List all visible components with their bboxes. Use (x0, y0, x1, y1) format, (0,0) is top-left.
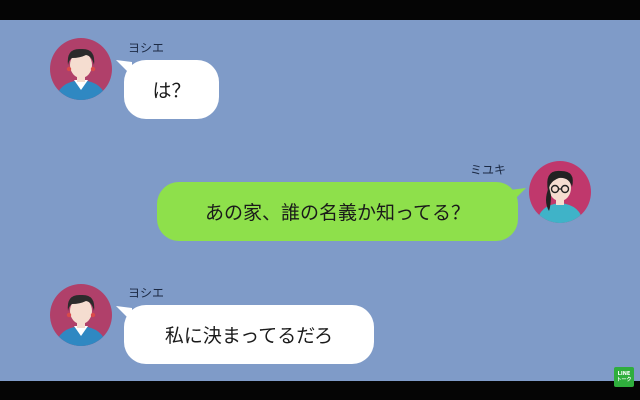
message-text: あの家、誰の名義か知ってる？ (204, 202, 471, 224)
line-talk-logo-icon: LINE トーク (614, 367, 634, 387)
message-bubble-outgoing[interactable]: あの家、誰の名義か知ってる？ (157, 182, 518, 241)
sender-name: ミユキ (470, 163, 507, 177)
watermark-line2: トーク (616, 377, 632, 383)
yoshie-avatar-icon[interactable] (50, 38, 112, 100)
chat-area[interactable]: ヨシエ は？ ミユキ あの家、誰の名義か知ってる？ ヨシエ 私に決まってるだろ (0, 20, 640, 381)
message-text: は？ (152, 80, 191, 102)
message-bubble-incoming[interactable]: 私に決まってるだろ (124, 305, 374, 364)
message-bubble-incoming[interactable]: は？ (124, 60, 219, 119)
yoshie-avatar-icon[interactable] (50, 284, 112, 346)
miyuki-avatar-icon[interactable] (529, 161, 591, 223)
sender-name: ヨシエ (128, 286, 165, 300)
message-text: 私に決まってるだろ (164, 325, 334, 347)
letterbox-bottom (0, 381, 640, 400)
letterbox-top (0, 0, 640, 20)
sender-name: ヨシエ (128, 41, 165, 55)
